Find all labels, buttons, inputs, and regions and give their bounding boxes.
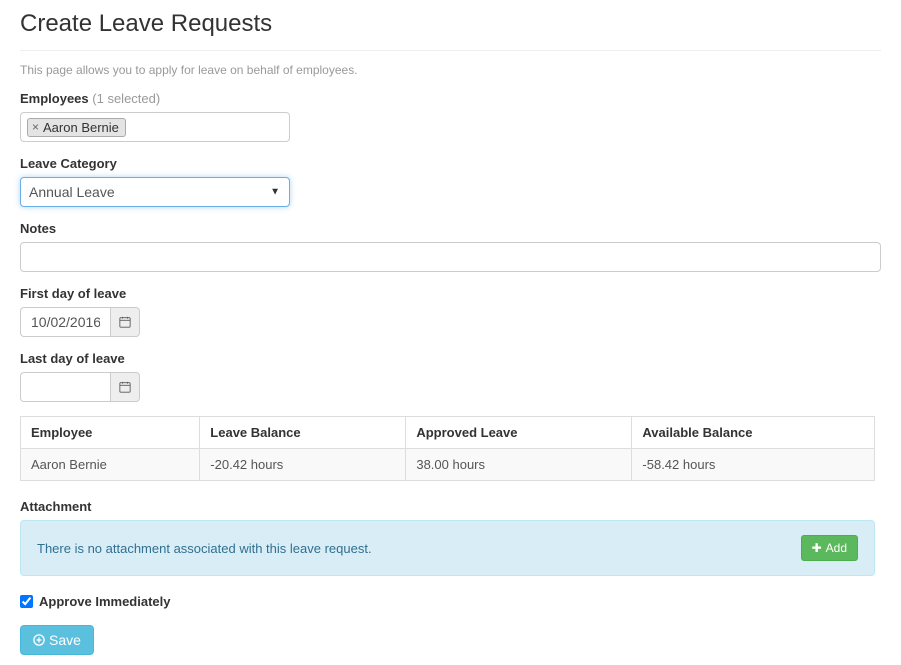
add-attachment-button[interactable]: ✚ Add [801, 535, 858, 561]
save-button[interactable]: Save [20, 625, 94, 655]
save-icon [33, 634, 45, 646]
cell-leave-balance: -20.42 hours [200, 449, 406, 481]
divider [20, 50, 881, 51]
employee-tag[interactable]: × Aaron Bernie [27, 118, 126, 137]
first-day-group: First day of leave [20, 286, 881, 337]
employee-tag-name: Aaron Bernie [43, 120, 119, 135]
employees-input[interactable]: × Aaron Bernie [20, 112, 290, 142]
attachment-group: Attachment There is no attachment associ… [20, 499, 881, 576]
last-day-group: Last day of leave [20, 351, 881, 402]
employees-label-text: Employees [20, 91, 89, 106]
notes-group: Notes [20, 221, 881, 272]
approve-immediately-row: Approve Immediately [20, 594, 881, 609]
employees-count: (1 selected) [92, 91, 160, 106]
page-title: Create Leave Requests [20, 10, 881, 38]
employees-label: Employees (1 selected) [20, 91, 881, 106]
notes-label: Notes [20, 221, 881, 236]
leave-category-group: Leave Category Annual Leave ▼ [20, 156, 881, 207]
th-leave-balance: Leave Balance [200, 417, 406, 449]
balance-table: Employee Leave Balance Approved Leave Av… [20, 416, 875, 481]
last-day-input[interactable] [20, 372, 110, 402]
attachment-label: Attachment [20, 499, 881, 514]
attachment-empty-message: There is no attachment associated with t… [37, 541, 372, 556]
approve-immediately-checkbox[interactable] [20, 595, 33, 608]
attachment-box: There is no attachment associated with t… [20, 520, 875, 576]
notes-input[interactable] [20, 242, 881, 272]
leave-category-select[interactable]: Annual Leave [20, 177, 290, 207]
calendar-icon [119, 381, 131, 393]
approve-immediately-label: Approve Immediately [39, 594, 171, 609]
last-day-calendar-button[interactable] [110, 372, 140, 402]
first-day-calendar-button[interactable] [110, 307, 140, 337]
table-row: Aaron Bernie -20.42 hours 38.00 hours -5… [21, 449, 875, 481]
th-approved-leave: Approved Leave [406, 417, 632, 449]
th-available-balance: Available Balance [632, 417, 875, 449]
page-description: This page allows you to apply for leave … [20, 63, 881, 77]
save-label: Save [49, 632, 81, 648]
add-label: Add [826, 541, 847, 555]
plus-icon: ✚ [812, 541, 822, 555]
cell-available-balance: -58.42 hours [632, 449, 875, 481]
cell-approved-leave: 38.00 hours [406, 449, 632, 481]
remove-tag-icon[interactable]: × [32, 120, 39, 134]
calendar-icon [119, 316, 131, 328]
first-day-label: First day of leave [20, 286, 881, 301]
last-day-label: Last day of leave [20, 351, 881, 366]
first-day-input[interactable] [20, 307, 110, 337]
employees-group: Employees (1 selected) × Aaron Bernie [20, 91, 881, 142]
th-employee: Employee [21, 417, 200, 449]
leave-category-label: Leave Category [20, 156, 881, 171]
cell-employee: Aaron Bernie [21, 449, 200, 481]
